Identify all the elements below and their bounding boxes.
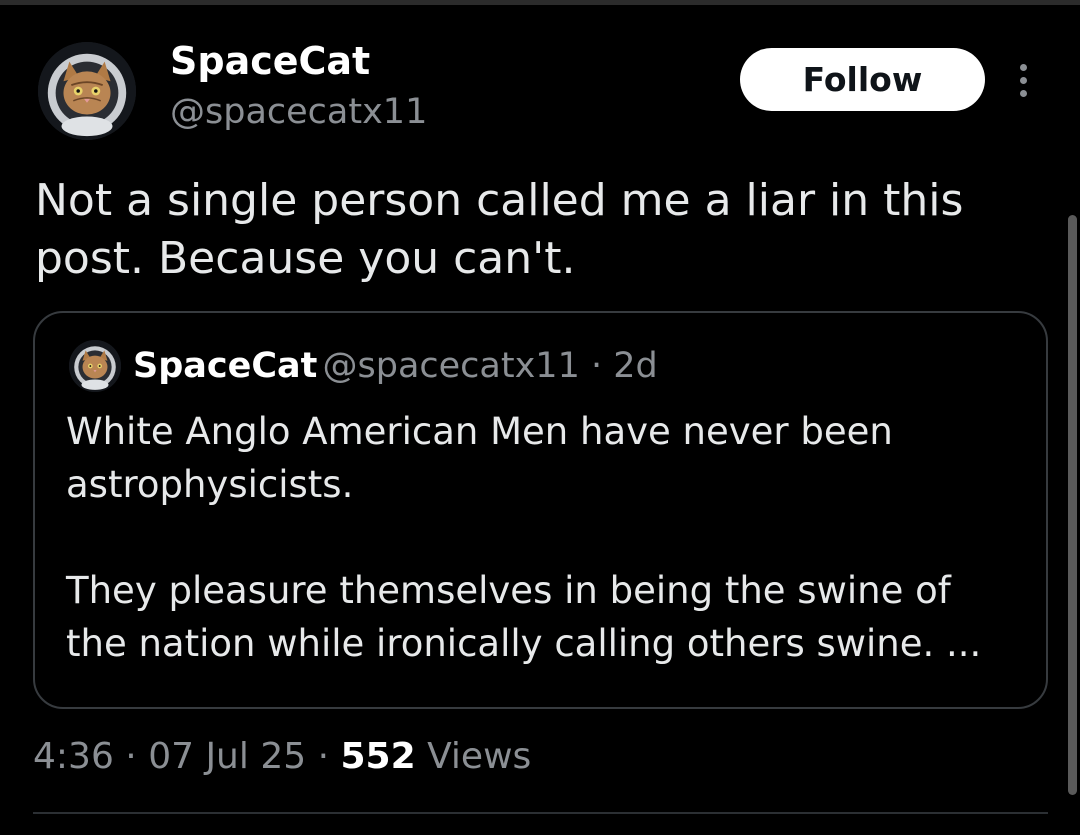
quoted-text-line: White Anglo American Men have never been [66, 410, 893, 453]
quoted-text-line: astrophysicists. [66, 463, 354, 506]
meta-separator: · [125, 736, 149, 777]
quoted-text-line: the nation while ironically calling othe… [66, 622, 982, 665]
post-time[interactable]: 4:36 [33, 736, 114, 777]
meta-separator: · [317, 736, 341, 777]
bottom-divider [33, 812, 1048, 814]
author-handle[interactable]: @spacecatx11 [170, 90, 427, 134]
quoted-author-name: SpaceCat [133, 346, 318, 386]
author-avatar[interactable] [38, 42, 136, 140]
post-text-line: Not a single person called me a liar in … [35, 175, 964, 226]
top-divider [0, 0, 1080, 5]
astronaut-cat-avatar [38, 42, 136, 140]
post-text-line: post. Because you can't. [35, 233, 576, 284]
quoted-paragraph: They pleasure themselves in being the sw… [66, 564, 1026, 670]
author-display-name[interactable]: SpaceCat [170, 38, 370, 84]
quoted-text-line: They pleasure themselves in being the sw… [66, 569, 951, 612]
post-meta: 4:36 · 07 Jul 25 · 552 Views [33, 732, 531, 782]
quoted-paragraph: White Anglo American Men have never been… [66, 405, 1026, 511]
quoted-post-card[interactable]: SpaceCat @spacecatx11 · 2d White Anglo A… [33, 311, 1048, 709]
quoted-author-avatar [69, 340, 121, 392]
follow-button[interactable]: Follow [740, 48, 985, 111]
post-date[interactable]: 07 Jul 25 [148, 736, 306, 777]
quoted-post-header: SpaceCat @spacecatx11 · 2d [133, 341, 658, 397]
views-count: 552 [340, 736, 416, 777]
more-vertical-icon[interactable] [1013, 60, 1033, 100]
views-label: Views [427, 736, 532, 777]
tweet-detail-view: SpaceCat @spacecatx11 Follow Not a singl… [0, 0, 1080, 835]
post-text: Not a single person called me a liar in … [35, 172, 1025, 288]
quoted-author-meta: @spacecatx11 · 2d [322, 346, 658, 386]
scrollbar[interactable] [1068, 215, 1077, 795]
astronaut-cat-avatar [69, 340, 121, 392]
quoted-post-text: White Anglo American Men have never been… [66, 405, 1026, 670]
